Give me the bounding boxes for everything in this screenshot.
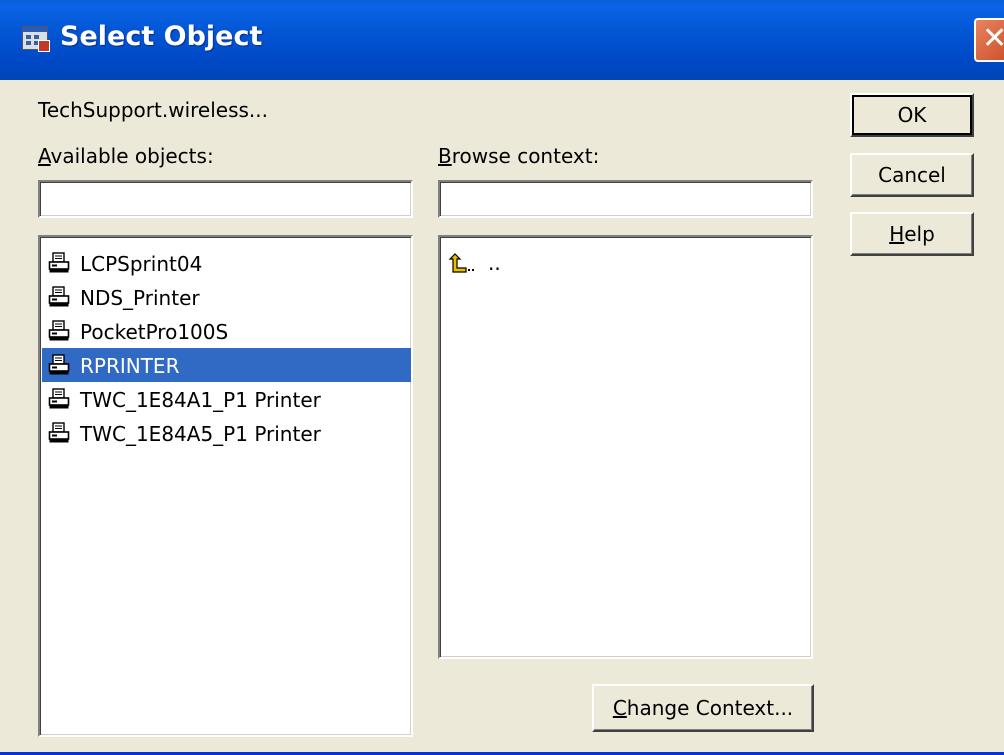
available-object-item[interactable]: LCPSprint04	[42, 246, 411, 280]
printer-icon	[48, 286, 70, 308]
browse-context-item-label: ..	[488, 251, 501, 275]
ok-button[interactable]: OK	[850, 93, 974, 137]
change-context-button-label: hange Context...	[626, 696, 794, 720]
available-objects-list[interactable]: LCPSprint04 NDS_Printer PocketPro100S RPRIN…	[38, 235, 413, 737]
available-object-label: RPRINTER	[80, 354, 180, 378]
available-object-label: LCPSprint04	[80, 252, 203, 276]
printer-icon	[48, 252, 70, 274]
close-button[interactable]: ✕	[974, 18, 1004, 62]
browse-context-list[interactable]: ..	[438, 235, 813, 659]
change-context-mnemonic: C	[612, 696, 627, 720]
available-object-label: TWC_1E84A1_P1 Printer	[80, 388, 321, 412]
up-level-icon	[448, 253, 474, 273]
help-button[interactable]: Help	[850, 212, 974, 256]
available-object-item[interactable]: TWC_1E84A5_P1 Printer	[42, 416, 411, 450]
cancel-button[interactable]: Cancel	[850, 153, 974, 197]
title-bar[interactable]: Select Object ✕	[0, 0, 1004, 80]
available-object-item[interactable]: TWC_1E84A1_P1 Printer	[42, 382, 411, 416]
available-object-item[interactable]: NDS_Printer	[42, 280, 411, 314]
browse-context-item-up[interactable]: ..	[442, 245, 811, 279]
available-object-label: TWC_1E84A5_P1 Printer	[80, 422, 321, 446]
available-object-item[interactable]: PocketPro100S	[42, 314, 411, 348]
available-object-item[interactable]: RPRINTER	[42, 348, 411, 382]
close-icon: ✕	[982, 21, 1004, 56]
browse-context-filter-input[interactable]	[438, 180, 813, 218]
help-button-label: elp	[904, 222, 935, 246]
browse-context-label-text: rowse context:	[451, 144, 600, 168]
current-context-text: TechSupport.wireless...	[38, 98, 268, 122]
printer-icon	[48, 422, 70, 444]
printer-icon	[48, 388, 70, 410]
available-objects-filter-input[interactable]	[38, 180, 413, 218]
browse-context-mnemonic: B	[438, 144, 452, 168]
printer-icon	[48, 320, 70, 342]
available-objects-label: Available objects:	[38, 144, 214, 168]
change-context-button[interactable]: Change Context...	[592, 684, 814, 732]
available-object-label: PocketPro100S	[80, 320, 229, 344]
available-objects-mnemonic: A	[38, 144, 51, 168]
available-objects-label-text: vailable objects:	[50, 144, 214, 168]
select-object-dialog: Select Object ✕ TechSupport.wireless... …	[0, 0, 1004, 755]
window-title: Select Object	[60, 21, 263, 52]
available-object-label: NDS_Printer	[80, 286, 200, 310]
help-mnemonic: H	[889, 222, 905, 246]
dialog-app-icon	[22, 26, 50, 52]
printer-icon	[48, 354, 70, 376]
browse-context-label: Browse context:	[438, 144, 599, 168]
